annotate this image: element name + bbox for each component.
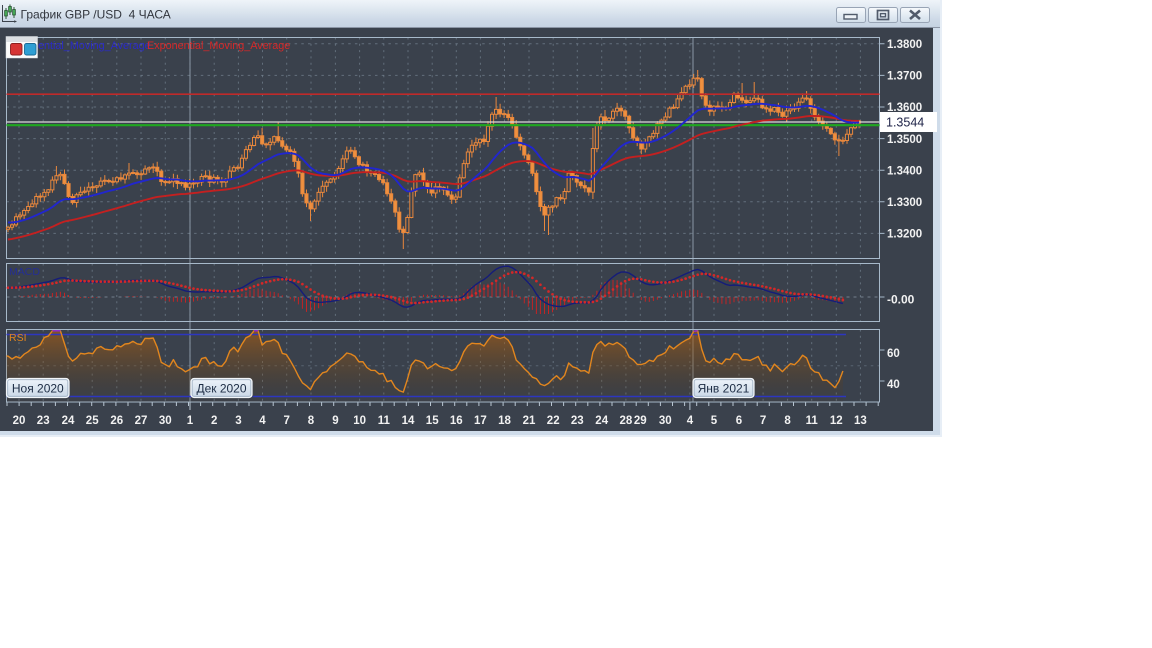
svg-text:15: 15 [426,415,439,427]
svg-text:График GBP /USD 4 ЧАСА: График GBP /USD 4 ЧАСА [21,8,171,22]
svg-text:29: 29 [634,415,647,427]
svg-text:Янв 2021: Янв 2021 [698,382,750,396]
svg-text:RSI: RSI [9,332,27,344]
svg-text:1: 1 [187,415,194,427]
svg-text:25: 25 [86,415,99,427]
svg-text:1.3400: 1.3400 [887,165,922,177]
svg-text:4: 4 [259,415,266,427]
svg-text:13: 13 [854,415,867,427]
svg-text:8: 8 [308,415,315,427]
svg-text:3: 3 [235,415,241,427]
svg-text:21: 21 [523,415,536,427]
svg-text:1.3800: 1.3800 [887,39,922,51]
svg-text:11: 11 [806,415,819,427]
svg-text:60: 60 [887,348,900,360]
svg-text:2: 2 [211,415,217,427]
svg-text:20: 20 [13,415,26,427]
svg-text:40: 40 [887,379,900,391]
svg-text:Exponential_Moving_Average: Exponential_Moving_Average [147,40,290,52]
svg-text:30: 30 [659,415,672,427]
svg-text:17: 17 [474,415,487,427]
svg-text:1.3500: 1.3500 [887,134,922,146]
svg-text:22: 22 [547,415,560,427]
svg-text:23: 23 [37,415,50,427]
svg-text:24: 24 [595,415,608,427]
svg-text:27: 27 [135,415,148,427]
svg-text:14: 14 [402,415,415,427]
svg-text:4: 4 [687,415,694,427]
svg-text:28: 28 [620,415,633,427]
svg-text:5: 5 [711,415,718,427]
svg-text:26: 26 [110,415,123,427]
svg-text:ential_Moving_Average: ential_Moving_Average [38,40,151,52]
svg-text:24: 24 [62,415,75,427]
svg-text:Дек 2020: Дек 2020 [196,382,246,396]
svg-text:8: 8 [784,415,791,427]
svg-text:Ноя 2020: Ноя 2020 [12,382,64,396]
svg-text:18: 18 [498,415,511,427]
svg-text:30: 30 [159,415,172,427]
svg-text:12: 12 [830,415,843,427]
svg-text:10: 10 [353,415,366,427]
svg-text:6: 6 [736,415,742,427]
svg-text:1.3544: 1.3544 [886,116,924,130]
svg-text:16: 16 [450,415,463,427]
svg-text:1.3200: 1.3200 [887,229,922,241]
svg-text:-0.00: -0.00 [887,293,915,307]
svg-text:23: 23 [571,415,584,427]
svg-text:9: 9 [332,415,338,427]
svg-text:7: 7 [283,415,289,427]
svg-text:MACD: MACD [9,266,40,278]
svg-text:11: 11 [378,415,391,427]
svg-text:1.3300: 1.3300 [887,197,922,209]
svg-text:7: 7 [760,415,766,427]
svg-text:1.3700: 1.3700 [887,71,922,83]
